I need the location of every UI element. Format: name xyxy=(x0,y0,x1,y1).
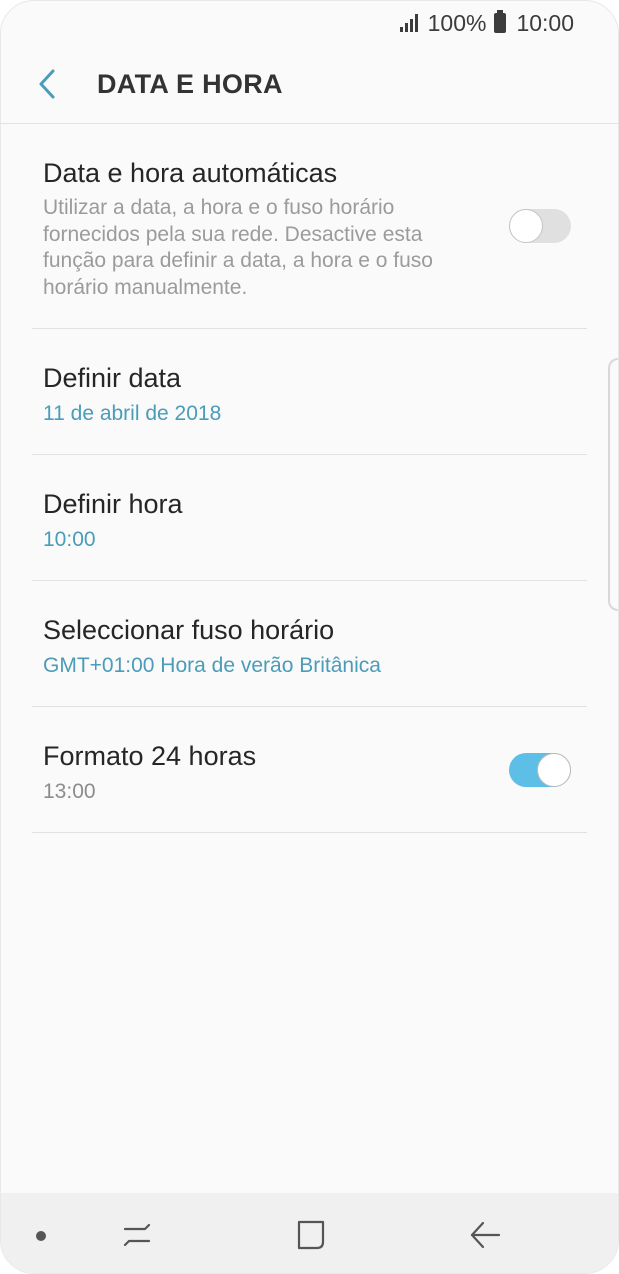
set-date-row[interactable]: Definir data 11 de abril de 2018 xyxy=(32,329,587,455)
timezone-title: Seleccionar fuso horário xyxy=(43,615,335,645)
format-24h-toggle[interactable] xyxy=(509,753,571,787)
back-arrow-icon xyxy=(470,1221,501,1249)
back-button[interactable] xyxy=(7,45,87,123)
page-title: DATA E HORA xyxy=(97,68,283,99)
app-header: DATA E HORA xyxy=(1,45,618,124)
home-button[interactable] xyxy=(291,1215,331,1255)
auto-date-time-toggle[interactable] xyxy=(509,209,571,243)
toggle-knob xyxy=(537,753,571,787)
format-24h-row[interactable]: Formato 24 horas 13:00 xyxy=(32,707,587,833)
settings-list: Data e hora automáticas Utilizar a data,… xyxy=(1,124,618,833)
set-date-title: Definir data xyxy=(43,363,182,393)
timezone-row[interactable]: Seleccionar fuso horário GMT+01:00 Hora … xyxy=(32,581,587,707)
auto-date-time-title: Data e hora automáticas xyxy=(43,158,338,188)
battery-percent: 100% xyxy=(427,9,487,36)
timezone-value: GMT+01:00 Hora de verão Britânica xyxy=(43,654,381,677)
auto-date-time-description: Utilizar a data, a hora e o fuso horário… xyxy=(43,196,433,299)
nav-back-button[interactable] xyxy=(465,1215,505,1255)
signal-icon xyxy=(399,14,418,32)
format-24h-example: 13:00 xyxy=(43,780,96,803)
set-time-title: Definir hora xyxy=(43,489,183,519)
home-icon xyxy=(297,1220,325,1250)
toggle-knob xyxy=(509,209,543,243)
battery-icon xyxy=(494,10,507,33)
phone-screen: 100% 10:00 DATA E HORA Data e hora autom… xyxy=(0,0,619,1274)
format-24h-title: Formato 24 horas xyxy=(43,741,257,771)
status-bar: 100% 10:00 xyxy=(1,1,618,45)
navigation-bar xyxy=(1,1193,618,1273)
chevron-left-icon xyxy=(39,69,55,99)
nav-dot-indicator xyxy=(36,1231,46,1241)
auto-date-time-row[interactable]: Data e hora automáticas Utilizar a data,… xyxy=(32,124,587,329)
set-date-value: 11 de abril de 2018 xyxy=(43,402,222,425)
recents-icon xyxy=(123,1223,151,1247)
recents-button[interactable] xyxy=(117,1215,157,1255)
set-time-row[interactable]: Definir hora 10:00 xyxy=(32,455,587,581)
clock: 10:00 xyxy=(516,9,574,36)
set-time-value: 10:00 xyxy=(43,528,96,551)
scroll-handle[interactable] xyxy=(608,358,618,611)
